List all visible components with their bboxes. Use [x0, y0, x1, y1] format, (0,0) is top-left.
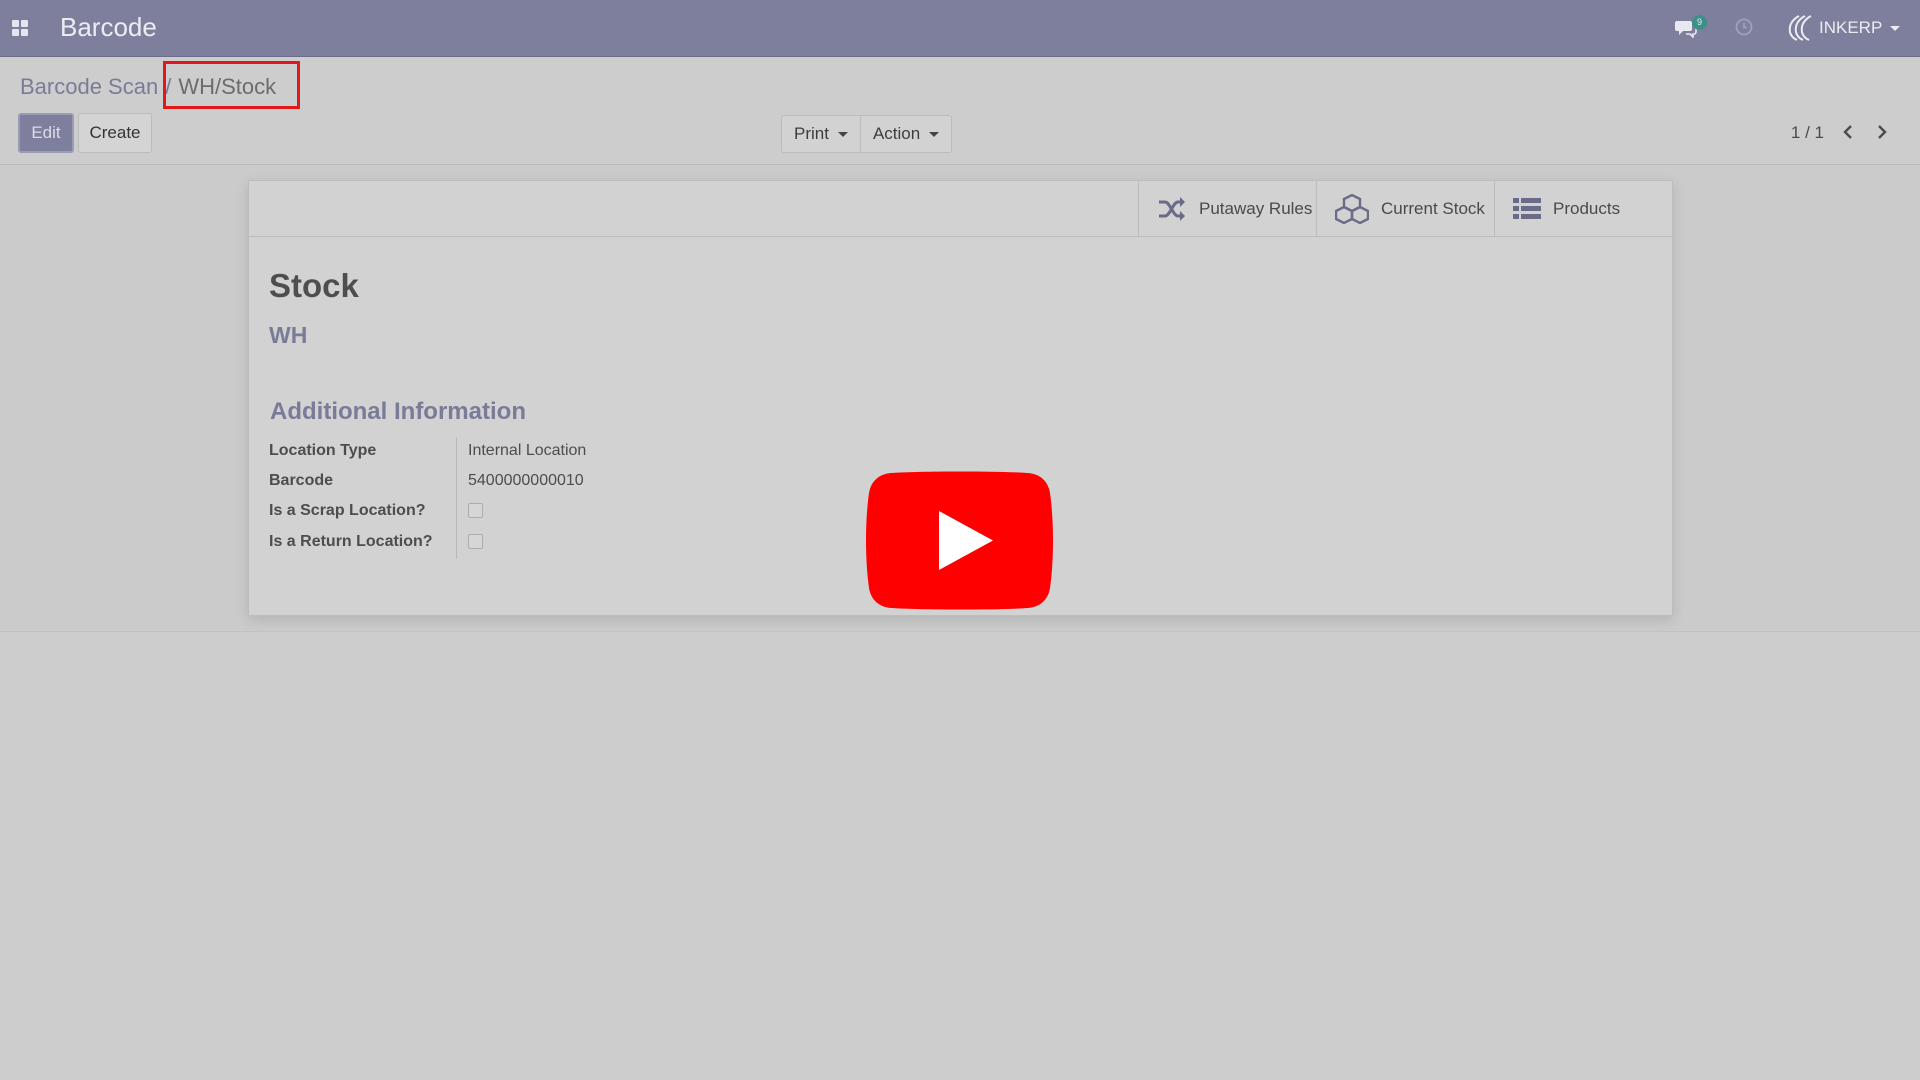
field-label: Barcode — [269, 472, 334, 489]
edit-button[interactable]: Edit — [18, 113, 74, 153]
caret-down-icon — [837, 131, 848, 137]
apps-menu-icon[interactable] — [12, 20, 28, 36]
action-dropdown-button[interactable]: Action — [860, 115, 953, 153]
control-panel: Barcode Scan / WH/Stock — [0, 58, 1920, 165]
return-location-checkbox[interactable] — [468, 534, 483, 549]
field-label: Is a Return Location? — [269, 533, 433, 550]
breadcrumb: Barcode Scan / WH/Stock — [20, 74, 276, 100]
smart-button-box: Putaway Rules Current Stock Products — [249, 181, 1672, 237]
chevron-left-icon — [1843, 125, 1852, 139]
additional-information-heading: Additional Information — [270, 398, 526, 425]
location-type-value: Internal Location — [468, 442, 587, 459]
breadcrumb-current: WH/Stock — [178, 74, 277, 99]
chat-count-badge: 9 — [1692, 15, 1707, 30]
products-button[interactable]: Products — [1494, 181, 1672, 237]
field-group-divider — [456, 437, 457, 559]
company-name: INKERP — [1819, 18, 1883, 37]
shuffle-icon — [1159, 197, 1185, 221]
youtube-play-icon[interactable] — [861, 471, 1058, 610]
current-stock-button[interactable]: Current Stock — [1316, 181, 1494, 237]
action-label: Action — [872, 124, 921, 143]
create-button[interactable]: Create — [78, 113, 152, 153]
parent-location: WH — [269, 322, 308, 348]
field-label: Location Type — [269, 442, 377, 459]
caret-down-icon — [1890, 25, 1901, 31]
field-location-type: Location Type Internal Location — [269, 437, 969, 465]
clock-icon[interactable] — [1735, 18, 1753, 36]
app-title[interactable]: Barcode — [60, 12, 157, 43]
cubes-icon — [1335, 194, 1369, 224]
print-dropdown-button[interactable]: Print — [781, 115, 861, 153]
current-stock-label: Current Stock — [1381, 199, 1485, 218]
pager-value[interactable]: 1 / 1 — [1791, 123, 1824, 143]
breadcrumb-parent-link[interactable]: Barcode Scan — [20, 74, 158, 100]
print-label: Print — [794, 124, 829, 143]
scrap-location-checkbox[interactable] — [468, 503, 483, 518]
pager-previous-button[interactable] — [1838, 122, 1858, 142]
company-switcher[interactable]: INKERP — [1783, 13, 1901, 43]
print-action-group: Print Action — [781, 115, 953, 153]
pager-next-button[interactable] — [1872, 122, 1892, 142]
putaway-rules-button[interactable]: Putaway Rules — [1138, 181, 1316, 237]
putaway-rules-label: Putaway Rules — [1199, 199, 1313, 218]
field-label: Is a Scrap Location? — [269, 502, 426, 519]
list-icon — [1513, 198, 1541, 219]
company-logo-icon — [1788, 15, 1812, 41]
caret-down-icon — [929, 131, 940, 137]
chevron-right-icon — [1878, 125, 1887, 139]
breadcrumb-separator: / — [165, 74, 172, 99]
location-name: Stock — [269, 267, 359, 304]
barcode-value: 5400000000010 — [468, 472, 584, 489]
products-label: Products — [1553, 199, 1621, 218]
top-navbar: Barcode 9 INKERP — [0, 0, 1920, 57]
